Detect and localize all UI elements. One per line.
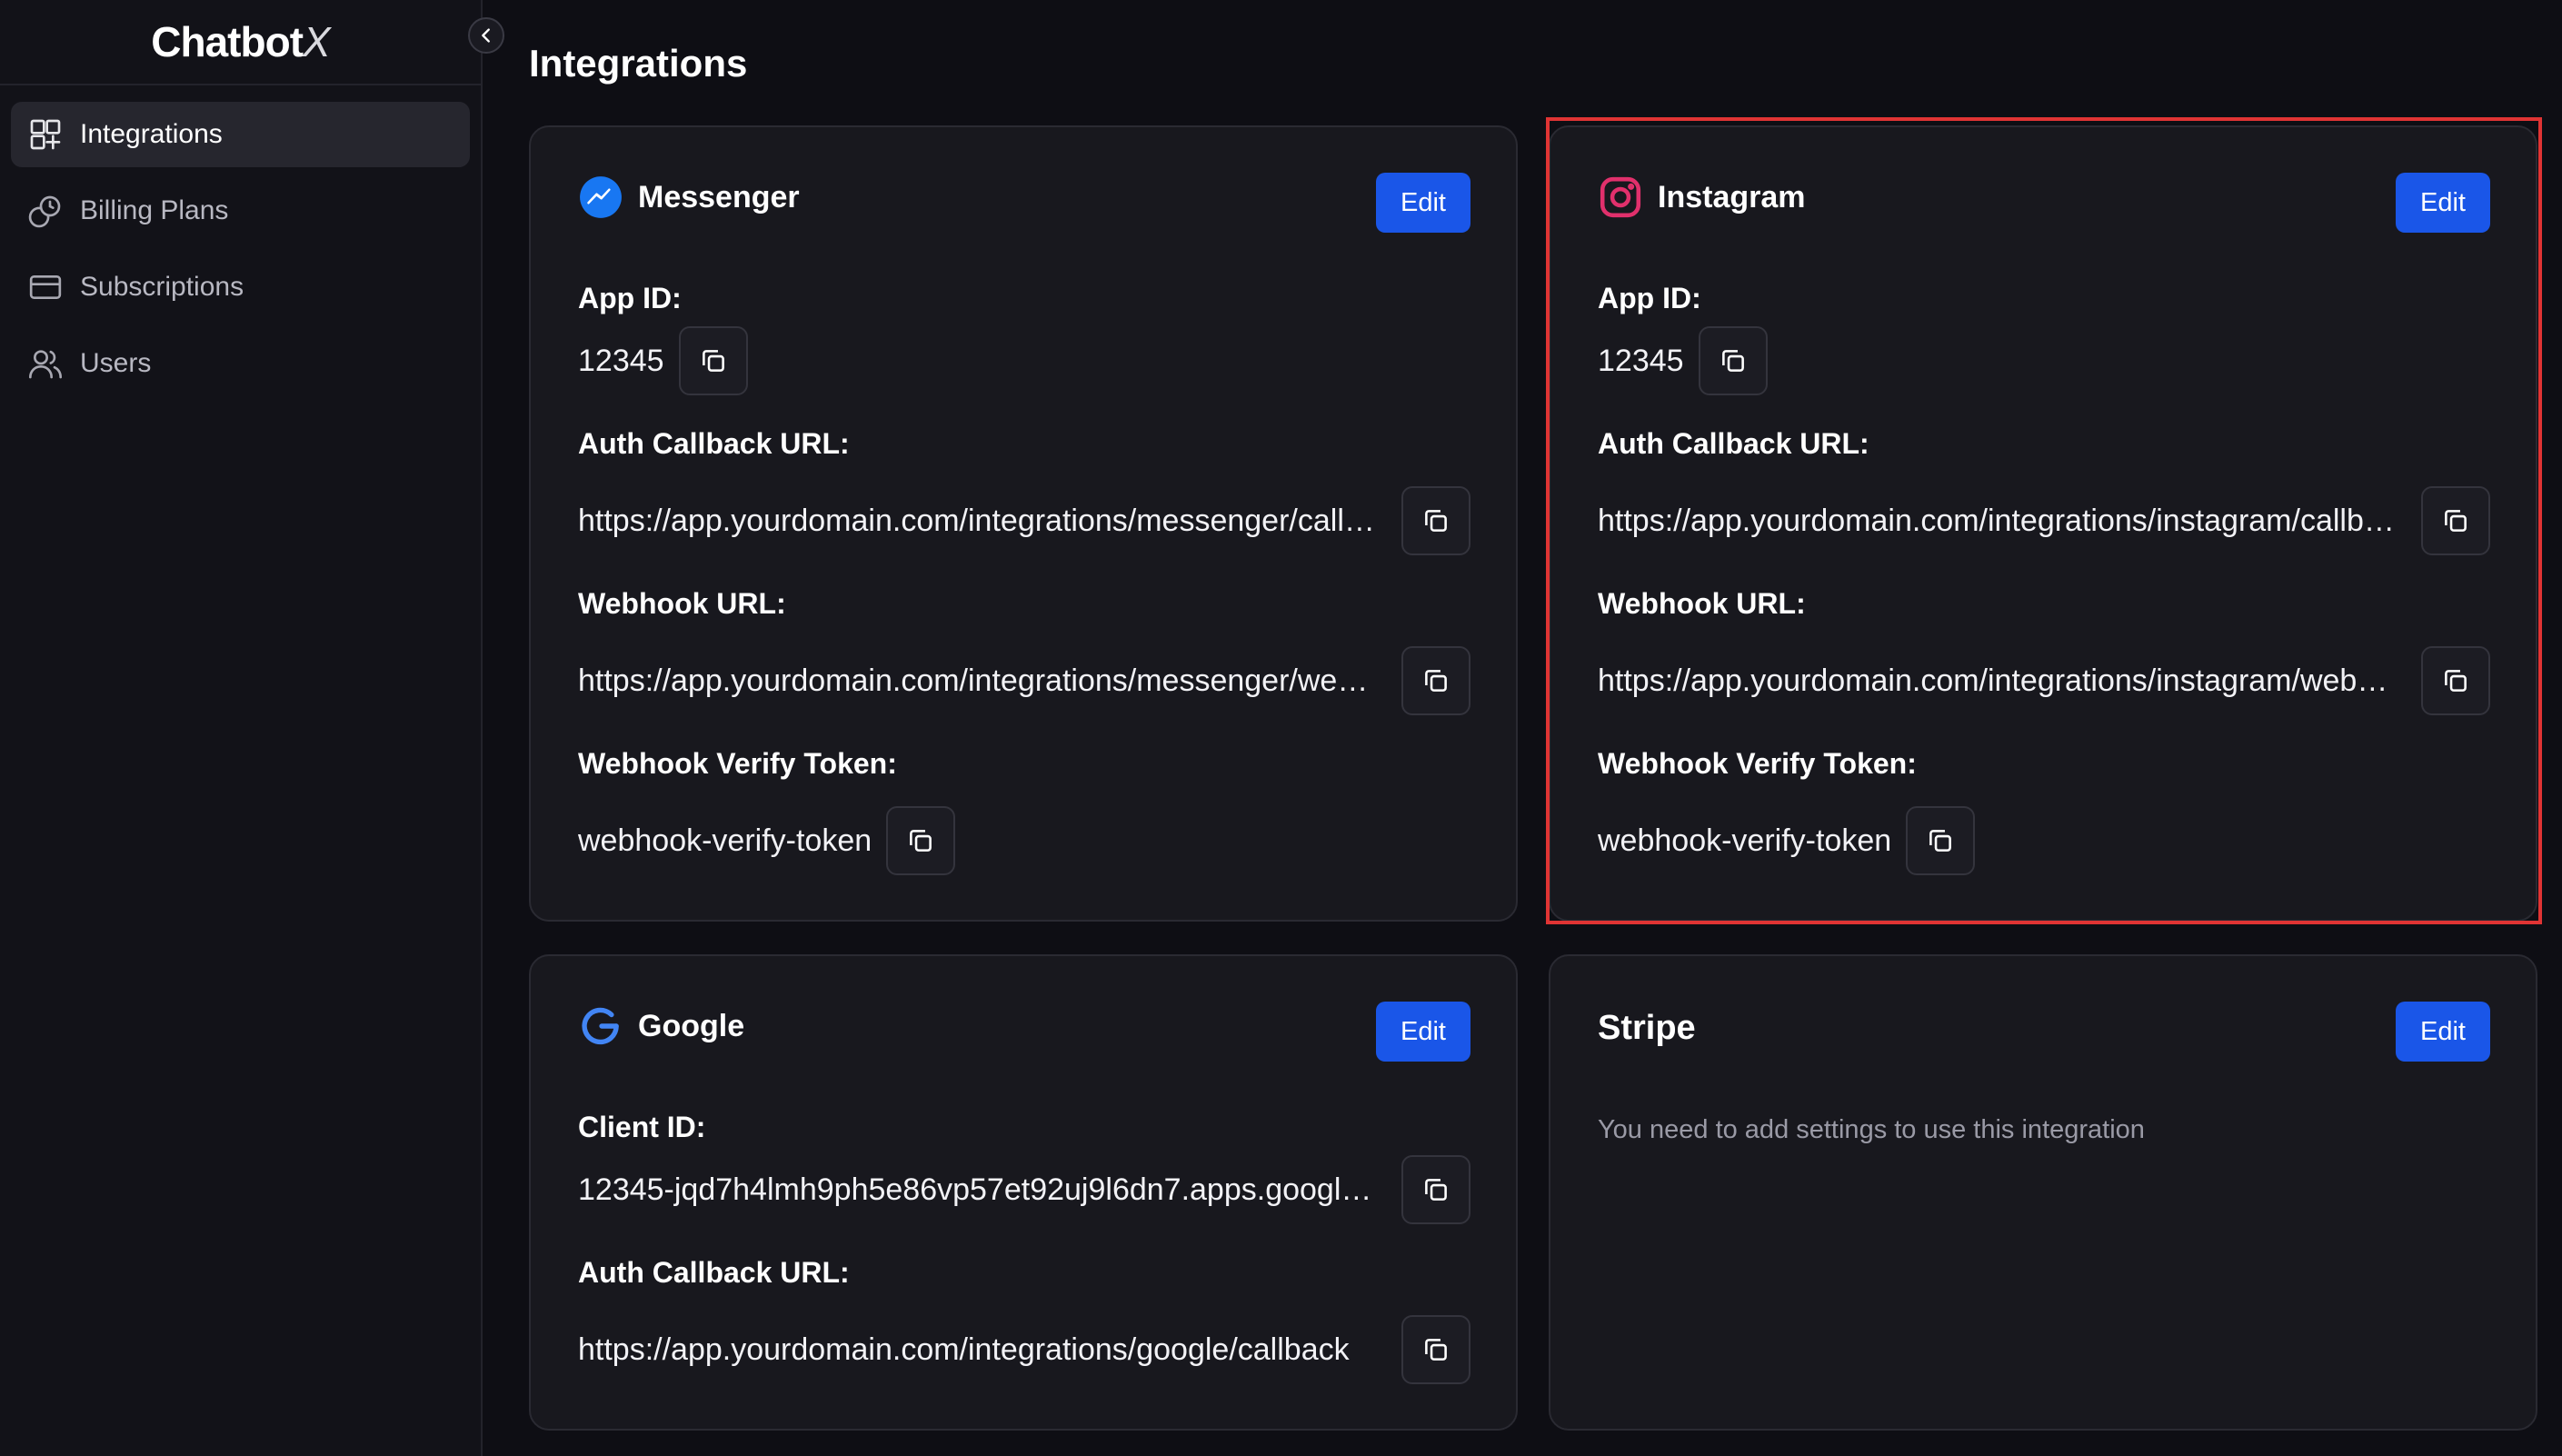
card-title: Stripe — [1598, 1009, 1696, 1047]
messenger-edit-button[interactable]: Edit — [1376, 173, 1470, 233]
field-value: 12345-jqd7h4lmh9ph5e86vp57et92uj9l6dn7.a… — [578, 1172, 1381, 1207]
field-value: webhook-verify-token — [578, 823, 872, 858]
sidebar-item-label: Billing Plans — [80, 195, 229, 225]
sidebar-item-label: Integrations — [80, 119, 223, 149]
copy-icon — [1425, 510, 1447, 532]
client-id-field: Client ID: 12345-jqd7h4lmh9ph5e86vp57et9… — [578, 1111, 1470, 1224]
sidebar-item-label: Subscriptions — [80, 272, 244, 302]
field-label: Webhook Verify Token: — [578, 747, 897, 780]
field-label: Webhook Verify Token: — [1598, 747, 1917, 780]
copy-icon — [1425, 670, 1447, 692]
stripe-card: Stripe Edit You need to add settings to … — [1549, 954, 2537, 1431]
card-title: Messenger — [638, 179, 800, 214]
copy-button[interactable] — [1401, 1155, 1470, 1224]
app-id-field: App ID: 12345 — [1598, 282, 2490, 395]
sidebar-nav: Integrations Billing Plans Subscriptions… — [0, 85, 481, 396]
instagram-card: Instagram Edit App ID: 12345 Auth Callba… — [1549, 125, 2537, 922]
sidebar-item-label: Users — [80, 348, 152, 378]
auth-callback-url-field: Auth Callback URL: https://app.yourdomai… — [578, 1256, 1470, 1384]
brand-suffix: X — [303, 18, 331, 65]
field-value: https://app.yourdomain.com/integrations/… — [578, 1331, 1350, 1367]
stripe-edit-button[interactable]: Edit — [2396, 1002, 2490, 1062]
users-icon — [29, 350, 62, 379]
chevron-left-icon — [482, 28, 490, 43]
copy-button[interactable] — [1401, 646, 1470, 715]
google-card: Google Edit Client ID: 12345-jqd7h4lmh9p… — [529, 954, 1518, 1431]
field-value: https://app.yourdomain.com/integrations/… — [1598, 663, 2401, 698]
app-id-field: App ID: 12345 — [578, 282, 1470, 395]
sidebar: ChatbotX Integrations Billing Plans Subs… — [0, 0, 483, 1456]
copy-icon — [1425, 1339, 1447, 1361]
card-title: Google — [638, 1008, 745, 1043]
copy-icon — [1929, 830, 1952, 852]
grid-plus-icon — [30, 119, 61, 150]
instagram-icon — [1600, 176, 1641, 218]
copy-icon — [1425, 1179, 1447, 1201]
collapse-sidebar-button[interactable] — [468, 17, 504, 54]
credit-card-icon — [29, 275, 62, 299]
sidebar-item-users[interactable]: Users — [11, 331, 470, 396]
copy-icon — [702, 350, 724, 372]
auth-callback-url-field: Auth Callback URL: https://app.yourdomai… — [578, 427, 1470, 555]
card-title: Instagram — [1658, 179, 1806, 214]
google-edit-button[interactable]: Edit — [1376, 1002, 1470, 1062]
copy-icon — [2445, 510, 2467, 532]
brand-logo[interactable]: ChatbotX — [0, 0, 481, 85]
field-value: https://app.yourdomain.com/integrations/… — [1598, 503, 2401, 538]
copy-icon — [2445, 670, 2467, 692]
field-label: Auth Callback URL: — [578, 427, 850, 460]
copy-button[interactable] — [2421, 646, 2490, 715]
copy-button[interactable] — [2421, 486, 2490, 555]
coins-icon — [28, 195, 61, 228]
messenger-card: Messenger Edit App ID: 12345 Auth Callba… — [529, 125, 1518, 922]
field-value: 12345 — [578, 343, 664, 378]
copy-button[interactable] — [886, 806, 956, 875]
copy-button[interactable] — [678, 326, 748, 395]
field-label: Auth Callback URL: — [578, 1256, 850, 1289]
page-title: Integrations — [529, 42, 748, 85]
copy-button[interactable] — [1698, 326, 1768, 395]
copy-button[interactable] — [1401, 486, 1470, 555]
copy-icon — [1721, 350, 1744, 372]
field-label: Client ID: — [578, 1111, 706, 1143]
sidebar-item-integrations[interactable]: Integrations — [11, 102, 470, 167]
copy-icon — [910, 830, 932, 852]
webhook-verify-token-field: Webhook Verify Token: webhook-verify-tok… — [578, 747, 1470, 875]
webhook-verify-token-field: Webhook Verify Token: webhook-verify-tok… — [1598, 747, 2490, 875]
sidebar-item-billing-plans[interactable]: Billing Plans — [11, 178, 470, 244]
webhook-url-field: Webhook URL: https://app.yourdomain.com/… — [1598, 587, 2490, 715]
field-label: App ID: — [578, 282, 682, 314]
field-label: App ID: — [1598, 282, 1701, 314]
sidebar-item-subscriptions[interactable]: Subscriptions — [11, 254, 470, 320]
google-icon — [582, 1007, 619, 1045]
auth-callback-url-field: Auth Callback URL: https://app.yourdomai… — [1598, 427, 2490, 555]
brand-name: Chatbot — [151, 18, 304, 65]
webhook-url-field: Webhook URL: https://app.yourdomain.com/… — [578, 587, 1470, 715]
copy-button[interactable] — [1906, 806, 1976, 875]
field-label: Webhook URL: — [578, 587, 786, 620]
field-value: https://app.yourdomain.com/integrations/… — [578, 503, 1381, 538]
field-value: webhook-verify-token — [1598, 823, 1892, 858]
field-value: https://app.yourdomain.com/integrations/… — [578, 663, 1381, 698]
field-value: 12345 — [1598, 343, 1684, 378]
copy-button[interactable] — [1401, 1315, 1470, 1384]
empty-settings-message: You need to add settings to use this int… — [1598, 1115, 2145, 1144]
instagram-edit-button[interactable]: Edit — [2396, 173, 2490, 233]
field-label: Auth Callback URL: — [1598, 427, 1869, 460]
messenger-icon — [580, 176, 622, 218]
field-label: Webhook URL: — [1598, 587, 1806, 620]
